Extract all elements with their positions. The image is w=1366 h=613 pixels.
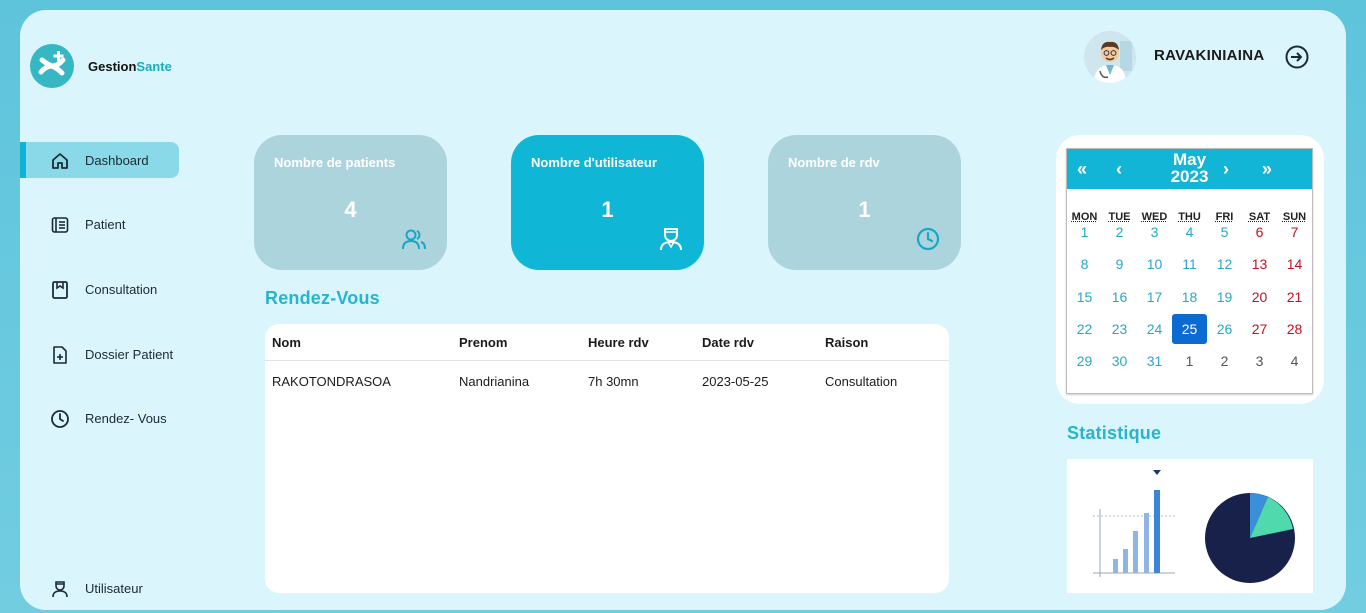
calendar-month: May xyxy=(1172,150,1207,169)
sidebar-item-consultation[interactable]: Consultation xyxy=(20,271,179,307)
calendar-day[interactable]: 2 xyxy=(1102,217,1137,247)
card-title: Nombre de rdv xyxy=(788,155,880,170)
calendar-day[interactable]: 29 xyxy=(1067,346,1102,376)
calendar-day[interactable]: 3 xyxy=(1137,217,1172,247)
home-icon xyxy=(52,153,68,169)
calendar-title[interactable]: May 2023 xyxy=(1067,151,1312,185)
calendar-day[interactable]: 12 xyxy=(1207,249,1242,279)
sidebar-item-rendez-vous[interactable]: Rendez- Vous xyxy=(20,400,179,436)
table-row[interactable]: RAKOTONDRASOA Nandrianina 7h 30mn 2023-0… xyxy=(265,361,949,398)
column-header[interactable]: Heure rdv xyxy=(588,335,649,350)
appointments-table: Nom Prenom Heure rdv Date rdv Raison RAK… xyxy=(265,324,949,593)
calendar-day[interactable]: 26 xyxy=(1207,314,1242,344)
table-cell: Consultation xyxy=(825,374,898,389)
card-title: Nombre de patients xyxy=(274,155,396,170)
calendar-day[interactable]: 9 xyxy=(1102,249,1137,279)
sidebar-item-label: Dashboard xyxy=(85,152,149,168)
sidebar-item-patient[interactable]: Patient xyxy=(20,206,179,242)
clock-icon xyxy=(916,227,940,251)
next-year-button[interactable]: » xyxy=(1262,159,1272,180)
column-header[interactable]: Nom xyxy=(272,335,301,350)
brand-name: GestionSante xyxy=(88,58,172,74)
table-header-row: Nom Prenom Heure rdv Date rdv Raison xyxy=(265,324,949,361)
sidebar-item-label: Rendez- Vous xyxy=(85,410,167,426)
calendar-day[interactable]: 7 xyxy=(1277,217,1312,247)
calendar-day[interactable]: 11 xyxy=(1172,249,1207,279)
statistics-illustration xyxy=(1067,459,1313,593)
calendar-day[interactable]: 16 xyxy=(1102,282,1137,312)
table-cell: 2023-05-25 xyxy=(702,374,769,389)
calendar-day[interactable]: 10 xyxy=(1137,249,1172,279)
calendar-day[interactable]: 31 xyxy=(1137,346,1172,376)
calendar-day[interactable]: 14 xyxy=(1277,249,1312,279)
user-nurse-icon xyxy=(660,228,682,251)
sidebar-item-label: Utilisateur xyxy=(85,580,143,596)
logout-icon[interactable] xyxy=(1284,44,1310,70)
calendar-day[interactable]: 22 xyxy=(1067,314,1102,344)
doctor-avatar[interactable] xyxy=(1084,31,1136,83)
calendar-day[interactable]: 19 xyxy=(1207,282,1242,312)
calendar-day[interactable]: 23 xyxy=(1102,314,1137,344)
users-icon xyxy=(402,229,426,250)
calendar-day[interactable]: 4 xyxy=(1277,346,1312,376)
next-month-button[interactable]: › xyxy=(1223,159,1229,180)
calendar-day[interactable]: 17 xyxy=(1137,282,1172,312)
column-header[interactable]: Date rdv xyxy=(702,335,754,350)
brand[interactable]: GestionSante xyxy=(30,44,172,88)
calendar: « ‹ May 2023 › » MON TUE WED THU FRI SAT SUN 1 2… xyxy=(1066,148,1313,394)
calendar-day[interactable]: 3 xyxy=(1242,346,1277,376)
username: RAVAKINIAINA xyxy=(1154,47,1265,64)
calendar-day[interactable]: 8 xyxy=(1067,249,1102,279)
statistics-title: Statistique xyxy=(1067,423,1162,443)
table-cell: RAKOTONDRASOA xyxy=(272,374,391,389)
calendar-day[interactable]: 13 xyxy=(1242,249,1277,279)
calendar-day[interactable]: 5 xyxy=(1207,217,1242,247)
sidebar-item-label: Consultation xyxy=(85,281,158,297)
sidebar-item-utilisateur[interactable]: Utilisateur xyxy=(20,570,179,606)
calendar-day[interactable]: 21 xyxy=(1277,282,1312,312)
table-cell: Nandrianina xyxy=(459,374,530,389)
calendar-day[interactable]: 24 xyxy=(1137,314,1172,344)
calendar-day[interactable]: 15 xyxy=(1067,282,1102,312)
calendar-day[interactable]: 25 xyxy=(1172,314,1207,344)
calendar-day[interactable]: 27 xyxy=(1242,314,1277,344)
calendar-day[interactable]: 28 xyxy=(1277,314,1312,344)
patient-list-icon xyxy=(51,217,69,233)
user-nurse-icon xyxy=(52,581,68,598)
calendar-day[interactable]: 2 xyxy=(1207,346,1242,376)
calendar-header: « ‹ May 2023 › » xyxy=(1067,149,1312,189)
card-title: Nombre d'utilisateur xyxy=(531,155,657,170)
calendar-panel: « ‹ May 2023 › » MON TUE WED THU FRI SAT SUN 1 2… xyxy=(1056,135,1324,404)
bar-and-pie-chart-illustration xyxy=(1093,470,1295,583)
calendar-day[interactable]: 6 xyxy=(1242,217,1277,247)
table-cell: 7h 30mn xyxy=(588,374,639,389)
app-window: GestionSante Dashboard Patient Consultat… xyxy=(20,10,1346,610)
sidebar-item-label: Dossier Patient xyxy=(85,346,174,362)
medical-logo-icon xyxy=(30,44,74,88)
column-header[interactable]: Raison xyxy=(825,335,868,350)
calendar-year: 2023 xyxy=(1170,167,1209,186)
sidebar-item-label: Patient xyxy=(85,216,126,232)
calendar-day[interactable]: 1 xyxy=(1172,346,1207,376)
appointments-title: Rendez-Vous xyxy=(265,288,380,308)
card-value: 1 xyxy=(601,197,614,222)
calendar-day[interactable]: 1 xyxy=(1067,217,1102,247)
calendar-day[interactable]: 30 xyxy=(1102,346,1137,376)
column-header[interactable]: Prenom xyxy=(459,335,507,350)
file-plus-icon xyxy=(53,346,67,364)
card-value: 1 xyxy=(858,197,871,222)
calendar-day[interactable]: 20 xyxy=(1242,282,1277,312)
sidebar-item-dossier-patient[interactable]: Dossier Patient xyxy=(20,336,179,372)
sidebar-item-dashboard[interactable]: Dashboard xyxy=(20,142,179,178)
card-patients[interactable]: Nombre de patients 4 xyxy=(254,135,447,270)
calendar-day[interactable]: 4 xyxy=(1172,217,1207,247)
card-utilisateurs[interactable]: Nombre d'utilisateur 1 xyxy=(511,135,704,270)
card-rdv[interactable]: Nombre de rdv 1 xyxy=(768,135,961,270)
card-value: 4 xyxy=(344,197,357,222)
calendar-day[interactable]: 18 xyxy=(1172,282,1207,312)
consultation-icon xyxy=(52,281,68,299)
clock-icon xyxy=(51,410,69,428)
